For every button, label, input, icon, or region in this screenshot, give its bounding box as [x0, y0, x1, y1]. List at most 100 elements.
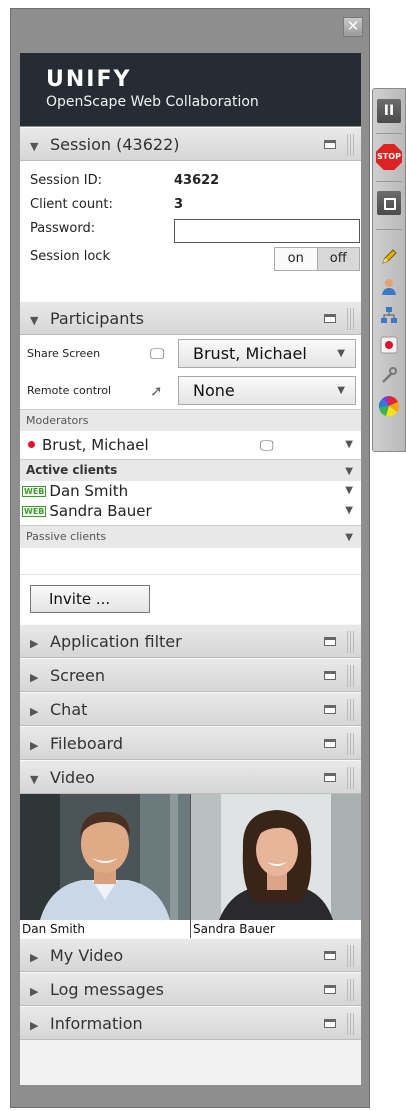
record-icon[interactable] [377, 335, 401, 359]
unify-logo: UNIFY [46, 67, 132, 92]
collapse-triangle-icon: ▼ [30, 314, 39, 327]
grip-handle[interactable] [347, 631, 355, 653]
stop-icon[interactable]: STOP [376, 144, 402, 170]
section-application-filter-header[interactable]: ▶ Application filter [20, 624, 361, 658]
color-wheel-icon[interactable] [377, 395, 401, 419]
video-tile[interactable]: Sandra Bauer [190, 794, 361, 938]
session-lock-toggle[interactable]: on off [274, 247, 360, 271]
grip-handle[interactable] [347, 733, 355, 755]
grip-handle[interactable] [347, 699, 355, 721]
section-title: Log messages [50, 980, 164, 999]
grip-handle[interactable] [347, 665, 355, 687]
video-body: Dan Smith Sandra Bauer [20, 794, 361, 938]
passive-clients-label: Passive clients [26, 530, 107, 543]
undock-icon[interactable] [324, 140, 336, 149]
active-clients-label: Active clients [26, 463, 118, 477]
section-fileboard-header[interactable]: ▶ Fileboard [20, 726, 361, 760]
video-frame-dan-smith [20, 794, 190, 920]
client-count-label: Client count: [30, 197, 113, 212]
section-session-header[interactable]: ▼ Session (43622) [20, 127, 361, 161]
session-id-value: 43622 [174, 173, 220, 188]
expand-triangle-icon: ▶ [30, 1019, 39, 1032]
undock-icon[interactable] [324, 739, 336, 748]
grip-handle[interactable] [347, 1013, 355, 1035]
grip-handle[interactable] [347, 134, 355, 156]
toolbar-divider [376, 181, 402, 182]
section-my-video-header[interactable]: ▶ My Video [20, 938, 361, 972]
client-count-value: 3 [174, 197, 184, 212]
video-tile[interactable]: Dan Smith [20, 794, 190, 938]
collaboration-panel: ✕ UNIFY OpenScape Web Collaboration ▼ Ses… [10, 8, 370, 1108]
video-tile-name: Dan Smith [20, 920, 190, 938]
pencil-icon[interactable] [377, 247, 401, 271]
dropdown-arrow-icon[interactable]: ▼ [345, 501, 353, 521]
section-title: Participants [50, 309, 144, 328]
section-participants-header[interactable]: ▼ Participants [20, 301, 361, 335]
section-information-header[interactable]: ▶ Information [20, 1006, 361, 1040]
expand-triangle-icon: ▶ [30, 739, 39, 752]
lock-off-button[interactable]: off [317, 248, 359, 270]
grip-handle[interactable] [347, 767, 355, 789]
network-icon[interactable] [377, 305, 401, 329]
moderator-name: Brust, Michael [42, 436, 149, 454]
product-name: OpenScape Web Collaboration [46, 94, 259, 110]
undock-icon[interactable] [324, 1019, 336, 1028]
password-field[interactable] [174, 219, 360, 243]
participants-body: Share Screen 🖵 Brust, Michael ▼ Remote co… [20, 335, 361, 624]
web-client-icon: WEB [22, 486, 47, 497]
cursor-icon: ➚ [150, 382, 163, 400]
section-title: Screen [50, 666, 106, 685]
expand-triangle-icon: ▶ [30, 637, 39, 650]
undock-icon[interactable] [324, 773, 336, 782]
grip-handle[interactable] [347, 945, 355, 967]
control-toolbar: II STOP [372, 88, 406, 452]
active-clients-subheader[interactable]: Active clients ▼ [20, 459, 361, 481]
share-screen-row: Share Screen 🖵 Brust, Michael ▼ [20, 335, 361, 372]
section-title: Session (43622) [50, 135, 180, 154]
share-screen-value: Brust, Michael [193, 344, 307, 363]
grip-handle[interactable] [347, 308, 355, 330]
pause-icon[interactable]: II [377, 99, 401, 123]
close-button[interactable]: ✕ [343, 17, 363, 37]
undock-icon[interactable] [324, 705, 336, 714]
password-row: Password: [30, 219, 360, 243]
section-title: Fileboard [50, 734, 123, 753]
dropdown-arrow-icon[interactable]: ▼ [345, 481, 353, 501]
undock-icon[interactable] [324, 671, 336, 680]
share-screen-dropdown[interactable]: Brust, Michael ▼ [178, 339, 356, 368]
invite-button[interactable]: Invite ... [30, 585, 150, 613]
toolbar-divider [376, 133, 402, 134]
section-log-messages-header[interactable]: ▶ Log messages [20, 972, 361, 1006]
dropdown-arrow-icon[interactable]: ▼ [345, 527, 353, 548]
moderator-row[interactable]: Brust, Michael 🖵 ▼ [20, 431, 361, 459]
expand-triangle-icon: ▶ [30, 951, 39, 964]
expand-triangle-icon: ▶ [30, 985, 39, 998]
lock-on-button[interactable]: on [275, 248, 318, 270]
undock-icon[interactable] [324, 637, 336, 646]
undock-icon[interactable] [324, 951, 336, 960]
expand-triangle-icon: ▶ [30, 671, 39, 684]
video-frame-sandra-bauer [191, 794, 361, 920]
dropdown-arrow-icon: ▼ [337, 348, 345, 359]
person-icon[interactable] [377, 277, 401, 301]
participant-photo [191, 794, 361, 920]
toolbar-divider [376, 229, 402, 230]
undock-icon[interactable] [324, 985, 336, 994]
section-title: Chat [50, 700, 88, 719]
client-row[interactable]: WEB Dan Smith ▼ [20, 481, 361, 501]
grip-handle[interactable] [347, 979, 355, 1001]
client-row[interactable]: WEB Sandra Bauer ▼ [20, 501, 361, 525]
session-lock-label: Session lock [30, 249, 110, 264]
tools-icon[interactable] [377, 365, 401, 389]
section-chat-header[interactable]: ▶ Chat [20, 692, 361, 726]
section-video-header[interactable]: ▼ Video [20, 760, 361, 794]
section-screen-header[interactable]: ▶ Screen [20, 658, 361, 692]
square-icon[interactable] [377, 191, 401, 215]
passive-clients-subheader[interactable]: Passive clients ▼ [20, 525, 361, 548]
dropdown-arrow-icon[interactable]: ▼ [345, 461, 353, 482]
remote-control-dropdown[interactable]: None ▼ [178, 376, 356, 405]
section-title: Video [50, 768, 95, 787]
undock-icon[interactable] [324, 314, 336, 323]
dropdown-arrow-icon[interactable]: ▼ [345, 431, 353, 459]
share-screen-label: Share Screen [27, 347, 101, 360]
